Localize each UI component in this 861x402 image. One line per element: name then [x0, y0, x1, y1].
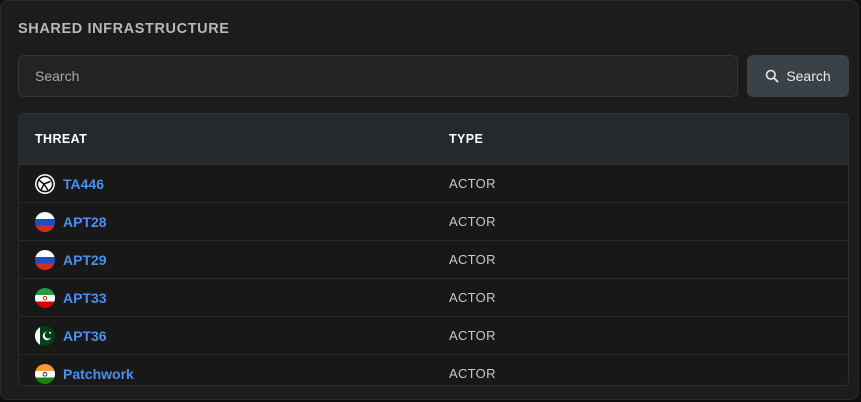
threat-link[interactable]: APT28 — [63, 214, 107, 230]
threat-link[interactable]: APT29 — [63, 252, 107, 268]
russia-flag-icon — [35, 249, 55, 270]
threat-type: ACTOR — [449, 176, 496, 191]
threat-link[interactable]: Patchwork — [63, 366, 134, 382]
table-row: APT36 ACTOR — [19, 317, 848, 355]
section-title: SHARED INFRASTRUCTURE — [18, 21, 230, 37]
search-icon — [765, 69, 779, 83]
threat-type: ACTOR — [449, 290, 496, 305]
table-header: THREAT TYPE — [19, 114, 848, 165]
iran-flag-icon — [35, 287, 55, 308]
search-input[interactable] — [18, 55, 738, 97]
table-row: Patchwork ACTOR — [19, 355, 848, 385]
table-row: APT29 ACTOR — [19, 241, 848, 279]
threat-link[interactable]: APT33 — [63, 290, 107, 306]
column-header-threat[interactable]: THREAT — [35, 132, 87, 146]
india-flag-icon — [35, 363, 55, 384]
threat-type: ACTOR — [449, 328, 496, 343]
column-header-type[interactable]: TYPE — [449, 132, 483, 146]
threat-table: THREAT TYPE TA446 ACTOR APT28 ACTOR APT2… — [18, 113, 849, 386]
table-row: APT28 ACTOR — [19, 203, 848, 241]
pakistan-flag-icon — [35, 325, 55, 346]
search-button[interactable]: Search — [747, 55, 849, 97]
threat-type: ACTOR — [449, 366, 496, 381]
table-row: TA446 ACTOR — [19, 165, 848, 203]
threat-type: ACTOR — [449, 252, 496, 267]
threat-type: ACTOR — [449, 214, 496, 229]
shared-infrastructure-panel: SHARED INFRASTRUCTURE Search THREAT TYPE — [0, 0, 859, 400]
threat-link[interactable]: APT36 — [63, 328, 107, 344]
actor-globe-icon — [35, 173, 55, 194]
table-row: APT33 ACTOR — [19, 279, 848, 317]
threat-link[interactable]: TA446 — [63, 176, 104, 192]
russia-flag-icon — [35, 211, 55, 232]
search-button-label: Search — [786, 68, 831, 84]
